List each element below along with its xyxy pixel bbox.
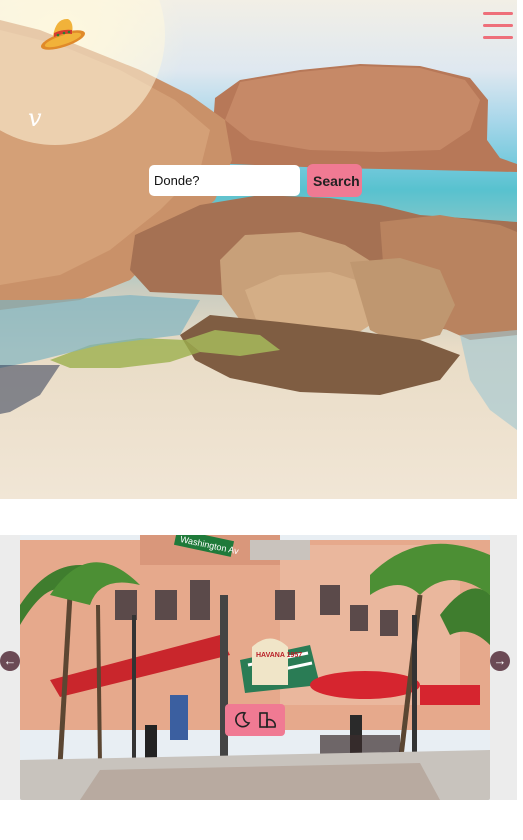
moon-icon[interactable]: [232, 710, 252, 730]
hero-banner: v Search: [0, 0, 517, 499]
street-scene-photo: Washington Av HAVANA 1957: [20, 535, 490, 800]
hamburger-menu-icon[interactable]: [483, 12, 513, 40]
search-button[interactable]: Search: [307, 164, 362, 197]
search-input[interactable]: [149, 165, 300, 196]
image-carousel: Washington Av HAVANA 1957 ← →: [0, 535, 517, 800]
accessibility-toolbar: [225, 704, 285, 736]
carousel-slide: Washington Av HAVANA 1957: [20, 535, 490, 800]
hero-photo: [0, 0, 517, 430]
awning-sign-text: HAVANA 1957: [256, 652, 302, 659]
sombrero-icon[interactable]: [38, 10, 88, 52]
arrow-left-icon[interactable]: ←: [0, 651, 20, 671]
contrast-shapes-icon[interactable]: [258, 710, 278, 730]
arrow-right-icon[interactable]: →: [490, 651, 510, 671]
page: v Search: [0, 0, 523, 840]
brand-mark: v: [28, 104, 42, 132]
